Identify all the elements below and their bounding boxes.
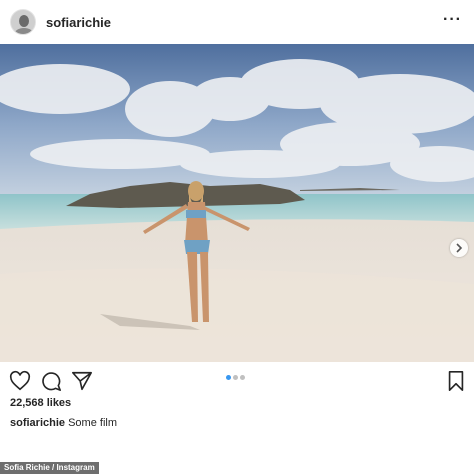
post-caption: sofiarichie Some film — [10, 417, 117, 429]
caption-text: Some film — [68, 417, 117, 429]
post-actions — [0, 368, 474, 394]
chevron-right-icon — [456, 243, 463, 253]
next-photo-button[interactable] — [450, 239, 468, 257]
carousel-dot — [233, 375, 238, 380]
share-button[interactable] — [71, 370, 93, 392]
post-photo[interactable] — [0, 44, 474, 362]
carousel-indicator — [226, 375, 245, 380]
more-options-icon[interactable]: ··· — [443, 12, 462, 28]
share-icon — [72, 371, 92, 391]
photo-credit: Sofia Richie / Instagram — [0, 462, 99, 474]
comment-button[interactable] — [40, 370, 62, 392]
avatar[interactable] — [10, 9, 36, 35]
carousel-dot — [240, 375, 245, 380]
beach-photo — [0, 44, 474, 362]
post-username[interactable]: sofiarichie — [46, 15, 111, 30]
likes-count[interactable]: 22,568 likes — [10, 397, 71, 409]
comment-icon — [42, 372, 61, 391]
heart-icon — [9, 370, 31, 391]
post-header: sofiarichie ··· — [0, 0, 474, 44]
caption-username[interactable]: sofiarichie — [10, 417, 65, 429]
save-button[interactable] — [445, 370, 467, 392]
carousel-dot — [226, 375, 231, 380]
bookmark-icon — [448, 371, 464, 391]
like-button[interactable] — [9, 370, 31, 392]
